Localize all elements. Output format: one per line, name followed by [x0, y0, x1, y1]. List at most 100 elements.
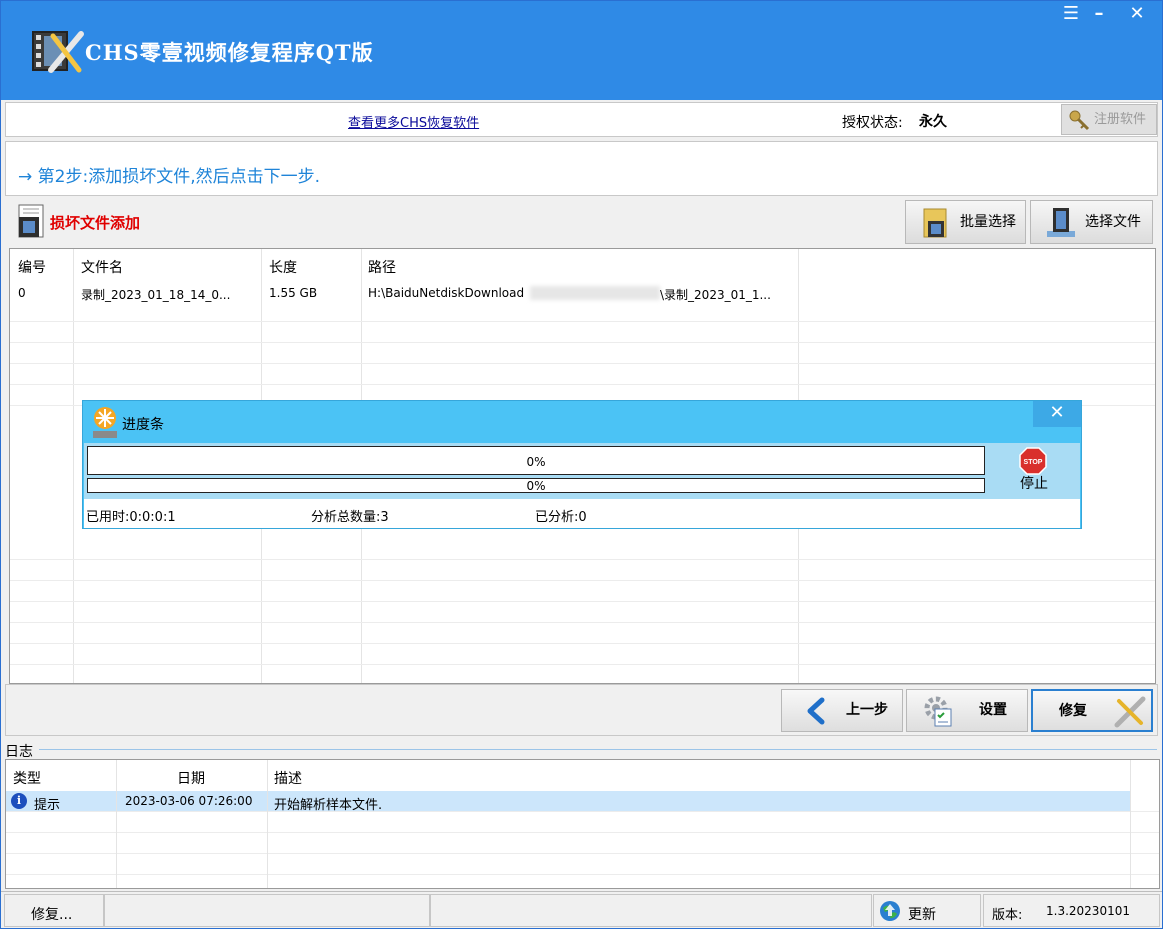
log-row-line — [6, 853, 1159, 854]
elapsed-time: 已用时:0:0:0:1 — [86, 510, 176, 525]
progress-bar-sub: 0% — [87, 478, 985, 493]
settings-label: 设置 — [979, 702, 1007, 718]
column-header-id[interactable]: 编号 — [18, 257, 46, 277]
select-file-button[interactable]: 选择文件 — [1030, 200, 1153, 244]
version-value: 1.3.20230101 — [1046, 904, 1130, 918]
log-header-type[interactable]: 类型 — [13, 768, 41, 788]
log-row-line — [6, 811, 1159, 812]
progress-body: 0% 0% STOP 停止 — [84, 443, 1080, 499]
redacted-path — [530, 286, 660, 300]
update-button[interactable]: 更新 — [873, 894, 981, 927]
table-row — [10, 560, 1155, 581]
total-count: 分析总数量:3 — [311, 510, 389, 525]
status-cell-empty — [104, 894, 430, 927]
previous-step-label: 上一步 — [846, 702, 888, 718]
progress-dialog: 进度条 ✕ 0% 0% STOP 停止 已用时:0:0:0:1 分析总数量:3 — [82, 400, 1082, 529]
stop-label: 停止 — [1020, 476, 1048, 492]
log-header-desc[interactable]: 描述 — [274, 768, 302, 788]
log-type-cell: 提示 — [34, 798, 61, 813]
app-title: CHS零壹视频修复程序QT版 — [85, 40, 374, 65]
folder-video-icon — [923, 208, 947, 238]
log-column-divider — [1130, 760, 1131, 888]
license-status-value: 永久 — [919, 114, 947, 130]
version-label: 版本: — [992, 908, 1023, 923]
column-header-size[interactable]: 长度 — [269, 257, 297, 277]
files-header: 损坏文件添加 批量选择 选择文件 — [5, 197, 1158, 247]
svg-text:STOP: STOP — [1024, 459, 1043, 466]
stop-icon: STOP — [1019, 447, 1047, 475]
close-icon[interactable]: ✕ — [1123, 3, 1151, 25]
stop-button[interactable]: STOP 停止 — [989, 443, 1079, 499]
repair-label: 修复 — [1059, 703, 1087, 719]
minimize-icon[interactable]: – — [1085, 3, 1113, 25]
status-cell-empty — [430, 894, 872, 927]
more-software-link[interactable]: 查看更多CHS恢复软件 — [348, 112, 479, 131]
log-row-line — [6, 874, 1159, 875]
register-button-label: 注册软件 — [1094, 112, 1147, 127]
settings-button[interactable]: 设置 — [906, 689, 1028, 732]
file-id-cell[interactable]: 0 — [18, 286, 26, 300]
column-header-name[interactable]: 文件名 — [81, 257, 123, 277]
tools-icon — [1114, 696, 1146, 728]
batch-select-label: 批量选择 — [960, 214, 1016, 230]
progress-close-icon[interactable]: ✕ — [1033, 401, 1081, 427]
select-file-label: 选择文件 — [1085, 214, 1141, 230]
update-label: 更新 — [908, 907, 936, 923]
progress-bar-main-label: 0% — [526, 455, 546, 469]
log-table[interactable]: 类型 日期 描述 i 提示 2023-03-06 07:26:00 开始解析样本… — [5, 759, 1160, 889]
progress-stats: 已用时:0:0:0:1 分析总数量:3 已分析:0 — [84, 499, 1080, 528]
file-path-tail-cell[interactable]: \录制_2023_01_1... — [660, 286, 771, 303]
settings-icon — [924, 696, 952, 727]
info-icon: i — [11, 793, 27, 809]
repair-button[interactable]: 修复 — [1031, 689, 1153, 732]
app-logo-icon — [32, 31, 84, 73]
step-instruction: → 第2步:添加损坏文件,然后点击下一步. — [18, 167, 320, 187]
status-bar: 修复... 更新 版本: 1.3.20230101 — [1, 891, 1162, 928]
title-bar: CHS零壹视频修复程序QT版 ☰ – ✕ — [1, 1, 1162, 100]
column-header-path[interactable]: 路径 — [368, 257, 396, 277]
progress-icon — [93, 407, 117, 438]
app-window: CHS零壹视频修复程序QT版 ☰ – ✕ 查看更多CHS恢复软件 授权状态: 永… — [0, 0, 1163, 929]
key-icon — [1069, 110, 1090, 131]
log-divider — [39, 749, 1157, 750]
table-row — [10, 581, 1155, 602]
table-row — [10, 322, 1155, 343]
log-desc-cell: 开始解析样本文件. — [274, 798, 383, 813]
log-header-date[interactable]: 日期 — [177, 768, 205, 788]
table-row — [10, 343, 1155, 364]
log-label: 日志 — [5, 744, 33, 760]
status-cell-action: 修复... — [4, 894, 104, 927]
batch-select-button[interactable]: 批量选择 — [905, 200, 1026, 244]
table-row — [10, 602, 1155, 623]
progress-title: 进度条 — [122, 417, 164, 433]
update-globe-icon — [880, 901, 900, 921]
previous-step-button[interactable]: 上一步 — [781, 689, 903, 732]
register-button[interactable]: 注册软件 — [1061, 104, 1157, 135]
file-name-cell[interactable]: 录制_2023_01_18_14_0... — [81, 286, 230, 303]
license-status-label: 授权状态: — [842, 115, 903, 131]
status-action-text: 修复... — [31, 907, 73, 923]
table-row — [10, 623, 1155, 644]
progress-bar-sub-label: 0% — [526, 479, 546, 493]
menu-icon[interactable]: ☰ — [1057, 3, 1085, 25]
progress-title-bar: 进度条 ✕ — [83, 401, 1081, 443]
chevron-left-icon — [807, 697, 825, 725]
top-bar: 查看更多CHS恢复软件 授权状态: 永久 注册软件 — [5, 102, 1158, 137]
table-row — [10, 364, 1155, 385]
file-path-cell[interactable]: H:\BaiduNetdiskDownload — [368, 286, 524, 300]
navigation-panel: 上一步 设置 修复 — [5, 684, 1158, 736]
analyzed-count: 已分析:0 — [535, 510, 587, 525]
film-file-icon — [1047, 208, 1075, 237]
progress-bar-main: 0% — [87, 446, 985, 475]
file-size-cell[interactable]: 1.55 GB — [269, 286, 317, 300]
files-section-title: 损坏文件添加 — [50, 214, 141, 232]
table-row — [10, 539, 1155, 560]
log-column-divider — [116, 760, 117, 888]
video-file-icon — [18, 204, 44, 238]
status-cell-version: 版本: 1.3.20230101 — [983, 894, 1160, 927]
table-row — [10, 644, 1155, 665]
log-row-line — [6, 832, 1159, 833]
log-column-divider — [267, 760, 268, 888]
step-panel: → 第2步:添加损坏文件,然后点击下一步. — [5, 141, 1158, 196]
table-row — [10, 301, 1155, 322]
